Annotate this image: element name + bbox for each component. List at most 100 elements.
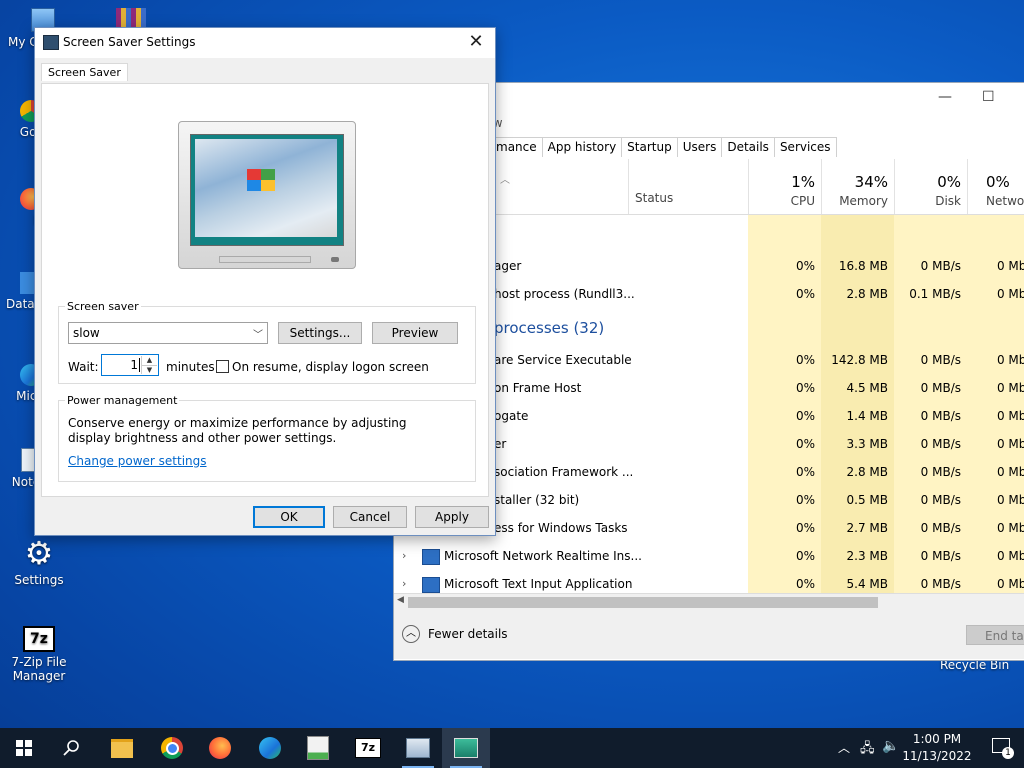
spin-down-icon[interactable]: ▼: [142, 366, 157, 375]
horizontal-scrollbar[interactable]: ◀: [394, 593, 1024, 611]
scrollbar-thumb[interactable]: [408, 597, 878, 608]
process-cpu: 0%: [795, 409, 815, 423]
disk-total: 0%: [937, 173, 961, 191]
minimize-icon[interactable]: —: [938, 89, 952, 105]
screen-saver-preview-image: [195, 139, 337, 237]
tab-services[interactable]: Services: [773, 137, 837, 157]
taskbar-edge[interactable]: [246, 728, 294, 768]
tab-startup[interactable]: Startup: [621, 137, 678, 157]
column-network[interactable]: 0% Netwo: [967, 159, 1024, 214]
notifications-button[interactable]: 1: [992, 738, 1014, 759]
table-row[interactable]: › Microsoft Network Realtime Ins... 0% 2.3 …: [394, 542, 1024, 570]
process-network: 0 Mbp: [996, 287, 1024, 301]
process-disk: 0 MB/s: [920, 381, 961, 395]
search-button[interactable]: [48, 728, 96, 768]
apply-button[interactable]: Apply: [415, 506, 489, 528]
group-header-processes[interactable]: processes (32): [494, 319, 604, 337]
tab-performance[interactable]: mance: [490, 137, 543, 157]
column-cpu[interactable]: 1% CPU: [748, 159, 821, 214]
logon-screen-checkbox[interactable]: [216, 360, 229, 373]
change-power-settings-link[interactable]: Change power settings: [68, 454, 207, 468]
task-manager-icon: [406, 738, 430, 758]
process-name: are Service Executable: [494, 353, 632, 367]
preview-button[interactable]: Preview: [372, 322, 458, 344]
memory-total: 34%: [854, 173, 888, 191]
fewer-details-button[interactable]: ︿ Fewer details: [402, 625, 508, 643]
logon-screen-label[interactable]: On resume, display logon screen: [232, 360, 429, 374]
screen-saver-dialog[interactable]: Screen Saver Settings ✕ Screen Saver Scr…: [34, 27, 496, 536]
process-memory: 142.8 MB: [831, 353, 888, 367]
chevron-down-icon: ﹀: [253, 330, 263, 341]
maximize-icon[interactable]: ☐: [982, 89, 995, 105]
screen-saver-group-label: Screen saver: [67, 300, 139, 313]
process-network: 0 Mbp: [996, 493, 1024, 507]
taskbar-task-manager[interactable]: [394, 728, 442, 768]
memory-label: Memory: [839, 194, 888, 208]
power-management-label: Power management: [67, 394, 178, 407]
process-name: staller (32 bit): [494, 493, 580, 507]
process-name: Microsoft Network Realtime Ins...: [444, 549, 642, 563]
taskbar-datawrapper[interactable]: [294, 728, 342, 768]
cancel-button[interactable]: Cancel: [333, 506, 407, 528]
expand-chevron-icon[interactable]: ›: [402, 542, 406, 570]
column-status-label: Status: [635, 191, 674, 205]
tab-screen-saver[interactable]: Screen Saver: [41, 63, 128, 81]
clock[interactable]: 1:00 PM 11/13/2022: [902, 731, 972, 765]
network-icon[interactable]: 🖧: [860, 739, 875, 761]
process-cpu: 0%: [795, 521, 815, 535]
wait-label: Wait:: [68, 360, 99, 374]
volume-icon[interactable]: 🔈: [882, 738, 899, 754]
dialog-titlebar[interactable]: Screen Saver Settings ✕: [35, 28, 495, 58]
desktop-icon-7zip[interactable]: 7z 7-Zip File Manager: [4, 626, 74, 683]
process-network: 0 Mbp: [996, 437, 1024, 451]
process-cpu: 0%: [795, 493, 815, 507]
end-task-button[interactable]: End tas: [966, 625, 1024, 645]
process-memory: 16.8 MB: [838, 259, 888, 273]
tab-users[interactable]: Users: [676, 137, 723, 157]
power-description: Conserve energy or maximize performance …: [68, 416, 407, 445]
settings-button[interactable]: Settings...: [278, 322, 362, 344]
process-cpu: 0%: [795, 381, 815, 395]
process-cpu: 0%: [795, 353, 815, 367]
chevron-up-icon: ︿: [402, 625, 420, 643]
screen-saver-dropdown[interactable]: slow ﹀: [68, 322, 268, 344]
spinner-arrows[interactable]: ▲ ▼: [141, 356, 157, 374]
desktop-icon-label: 7-Zip File Manager: [11, 655, 67, 683]
start-button[interactable]: [0, 728, 48, 768]
process-name: sociation Framework ...: [494, 465, 634, 479]
sort-chevron-icon[interactable]: ︿: [500, 171, 510, 186]
taskbar: 7z ︿ 🖧 🔈 1:00 PM 11/13/2022 1: [0, 728, 1024, 768]
notification-count: 1: [1002, 747, 1014, 759]
show-hidden-icons-icon[interactable]: ︿: [838, 739, 850, 756]
process-disk: 0 MB/s: [920, 521, 961, 535]
taskbar-screen-saver[interactable]: [442, 728, 490, 768]
firefox-icon: [209, 737, 231, 759]
taskbar-7zip[interactable]: 7z: [344, 728, 392, 768]
screen-saver-app-icon: [454, 738, 478, 758]
wait-minutes-spinner[interactable]: 1 ▲ ▼: [101, 354, 159, 376]
tab-details[interactable]: Details: [721, 137, 775, 157]
process-network: 0 Mbp: [996, 409, 1024, 423]
desktop-icon-label: Settings: [14, 573, 64, 587]
taskbar-firefox[interactable]: [196, 728, 244, 768]
scroll-left-icon[interactable]: ◀: [397, 595, 404, 605]
close-icon[interactable]: ✕: [465, 31, 487, 52]
task-manager-tabs: mance App history Startup Users Details …: [490, 137, 837, 157]
column-memory[interactable]: 34% Memory: [821, 159, 894, 214]
spin-up-icon[interactable]: ▲: [142, 356, 157, 366]
taskbar-chrome[interactable]: [148, 728, 196, 768]
process-name: ogate: [494, 409, 529, 423]
monitor-preview: [178, 121, 356, 269]
column-disk[interactable]: 0% Disk: [894, 159, 967, 214]
process-disk: 0 MB/s: [920, 353, 961, 367]
process-network: 0 Mbp: [996, 259, 1024, 273]
wait-minutes-value[interactable]: 1: [130, 358, 138, 372]
desktop-icon-settings[interactable]: ⚙ Settings: [4, 536, 74, 587]
column-status[interactable]: Status: [628, 159, 748, 214]
tab-app-history[interactable]: App history: [541, 137, 623, 157]
ok-button[interactable]: OK: [253, 506, 325, 528]
taskbar-file-explorer[interactable]: [98, 728, 146, 768]
process-memory: 2.7 MB: [846, 521, 888, 535]
network-total: 0%: [986, 173, 1010, 191]
process-memory: 2.3 MB: [846, 549, 888, 563]
